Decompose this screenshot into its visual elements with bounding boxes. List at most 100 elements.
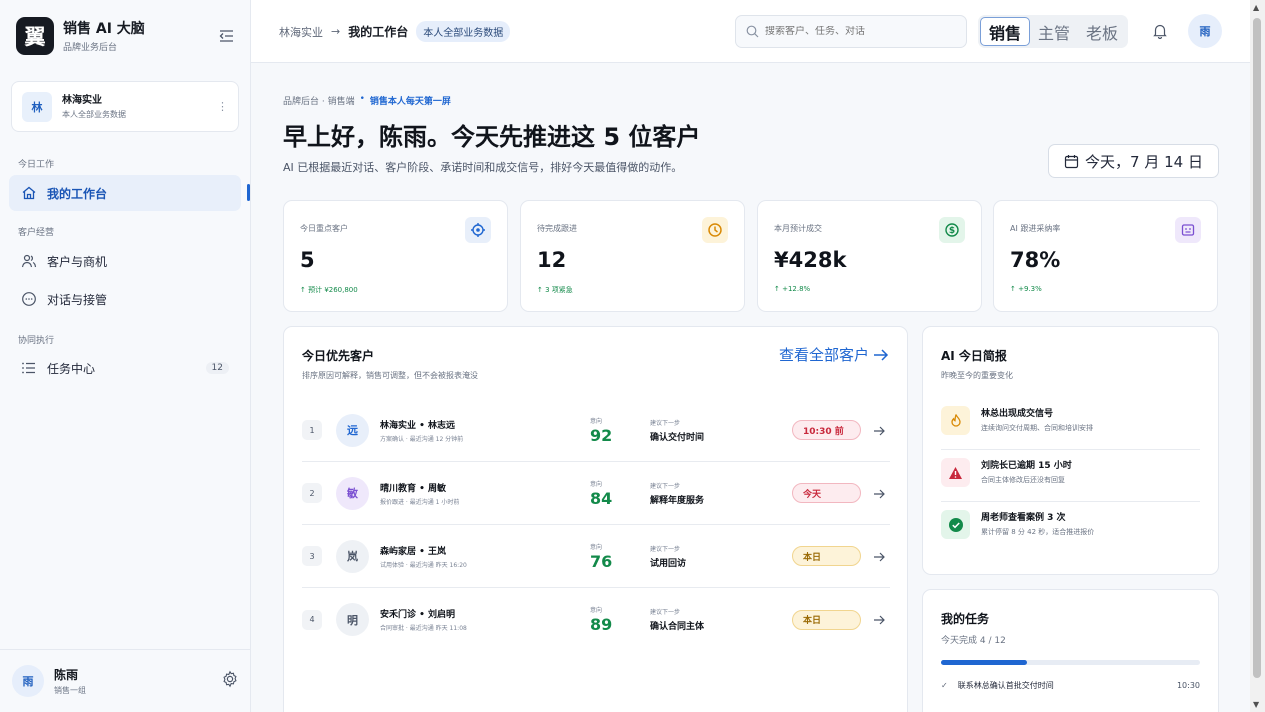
intent-score: 92 (590, 425, 613, 445)
arrow-right-icon[interactable] (873, 484, 885, 503)
see-all-label: 查看全部客户 (778, 346, 869, 364)
user-name: 陈雨 (54, 668, 79, 682)
tasks-progress-bar (941, 660, 1200, 665)
scrollbar[interactable]: ▲ ▼ (1250, 0, 1265, 712)
search-box[interactable] (735, 15, 967, 48)
home-icon (21, 185, 37, 201)
notification-bell-icon[interactable] (1153, 23, 1167, 43)
stat-delta: ↑ +9.3% (1010, 285, 1042, 293)
role-manager-button[interactable]: 主管 (1030, 17, 1078, 46)
see-all-customers-link[interactable]: 查看全部客户 (779, 344, 889, 365)
table-row[interactable]: 3 岚 森屿家居 • 王岚 试用体验 · 最近沟通 昨天 16:20 意向 76 建… (302, 525, 890, 588)
scroll-down-icon[interactable]: ▼ (1253, 700, 1259, 709)
role-sales-button[interactable]: 销售 (980, 17, 1031, 46)
list-item[interactable]: 周老师查看案例 3 次累计停留 8 分 42 秒，适合推进报价 (941, 502, 1200, 554)
brief-title: 林总出现成交信号 (981, 409, 1054, 419)
breadcrumb-org[interactable]: 林海实业 (279, 24, 323, 40)
page-title: 早上好，陈雨。今天先推进这 5 位客户 (283, 123, 701, 151)
flame-icon (941, 406, 970, 435)
avatar: 明 (336, 603, 369, 636)
avatar[interactable]: 雨 (1188, 14, 1222, 48)
arrow-right-icon[interactable] (873, 421, 885, 440)
sidebar-item-customers[interactable]: 客户与商机 (9, 243, 241, 279)
customer-name: 晴川教育 • 周敏 (380, 483, 447, 494)
avatar: 敏 (336, 476, 369, 510)
stat-label: 待完成跟进 (537, 224, 577, 233)
table-row[interactable]: 1 远 林海实业 • 林志远 方案确认 · 最近沟通 12 分钟前 意向 92 建议… (302, 399, 890, 462)
ai-brief-card: AI 今日简报 昨晚至今的重要变化 林总出现成交信号 连续询问交付周期、合同和培训… (922, 326, 1219, 575)
rank-badge: 1 (302, 420, 322, 440)
breadcrumb: 林海实业 → 我的工作台 本人全部业务数据 (279, 21, 511, 42)
role-boss-button[interactable]: 老板 (1078, 17, 1126, 46)
sidebar-item-tasks[interactable]: 任务中心 12 (9, 350, 241, 386)
breadcrumb-current: 我的工作台 (348, 25, 409, 39)
stat-value: ¥428k (774, 248, 847, 272)
collapse-menu-icon (219, 30, 233, 42)
customer-meta: 合同审批 · 最近沟通 昨天 11:08 (380, 625, 467, 632)
card-subtitle: 昨晚至今的重要变化 (941, 371, 1013, 380)
stat-delta: ↑ 3 项紧急 (537, 286, 573, 294)
calendar-icon (1064, 154, 1079, 168)
tasks-count-badge: 12 (205, 362, 229, 374)
search-input[interactable] (765, 26, 945, 37)
brand: 翼 销售 AI 大脑 品牌业务后台 (16, 17, 235, 55)
next-step-label: 建议下一步 (650, 419, 681, 427)
arrow-right-icon[interactable] (873, 547, 885, 566)
stat-value: 78% (1010, 248, 1061, 272)
table-row[interactable]: 4 明 安禾门诊 • 刘启明 合同审批 · 最近沟通 昨天 11:08 意向 89 … (302, 588, 890, 651)
nav-section-collab: 协同执行 (18, 336, 55, 346)
stat-card-followups[interactable]: 待完成跟进 12 ↑ 3 项紧急 (520, 200, 745, 312)
stat-card-key-customers[interactable]: 今日重点客户 5 ↑ 预计 ¥260,800 (283, 200, 508, 312)
avatar: 岚 (336, 539, 369, 573)
rank-badge: 3 (302, 546, 322, 566)
more-options-icon[interactable]: ⋮ (217, 101, 228, 112)
sidebar-item-label: 客户与商机 (47, 254, 108, 269)
topbar: 林海实业 → 我的工作台 本人全部业务数据 销售 主管 老板 雨 (251, 0, 1250, 63)
eyebrow-path: 品牌后台 · 销售端 (283, 97, 355, 107)
active-indicator (247, 184, 250, 201)
list-item[interactable]: ✓ 联系林总确认首批交付时间 10:30 (941, 680, 1200, 691)
stat-delta: ↑ +12.8% (774, 285, 811, 293)
list-icon (21, 360, 37, 376)
stat-value: 12 (537, 248, 567, 272)
svg-text:$: $ (949, 226, 955, 236)
list-item[interactable]: 刘院长已逾期 15 小时 合同主体修改后还没有回复 (941, 450, 1200, 502)
rank-badge: 4 (302, 609, 322, 630)
data-scope-badge: 本人全部业务数据 (416, 21, 511, 42)
alert-icon (941, 458, 970, 487)
scrollbar-thumb[interactable] (1253, 18, 1261, 678)
brief-title: 刘院长已逾期 15 小时 (981, 461, 1072, 471)
page-subtitle: AI 已根据最近对话、客户阶段、承诺时间和成交信号，排好今天最值得做的动作。 (283, 161, 683, 174)
org-switcher[interactable]: 林 林海实业 本人全部业务数据 ⋮ (11, 81, 239, 132)
stat-delta: ↑ 预计 ¥260,800 (300, 286, 358, 294)
tasks-progress-fill (941, 660, 1028, 665)
date-picker-button[interactable]: 今天，7 月 14 日 (1048, 144, 1219, 178)
table-row[interactable]: 2 敏 晴川教育 • 周敏 报价跟进 · 最近沟通 1 小时前 意向 84 建议下一… (302, 462, 890, 525)
customer-meta: 报价跟进 · 最近沟通 1 小时前 (380, 498, 460, 506)
stat-card-forecast[interactable]: 本月预计成交 $ ¥428k ↑ +12.8% (757, 200, 982, 312)
due-badge: 10:30 前 (792, 420, 861, 440)
stat-label: AI 跟进采纳率 (1010, 224, 1061, 233)
user-team: 销售一组 (54, 686, 86, 695)
sidebar: 翼 销售 AI 大脑 品牌业务后台 林 林海实业 本人全部业务数据 ⋮ 今日工作… (0, 0, 251, 712)
nav-section-customer: 客户经营 (18, 228, 55, 238)
scroll-up-icon[interactable]: ▲ (1253, 3, 1259, 12)
arrow-right-icon[interactable] (873, 610, 885, 629)
list-item[interactable]: 林总出现成交信号 连续询问交付周期、合同和培训安排 (941, 398, 1200, 450)
customer-name: 林海实业 • 林志远 (380, 420, 456, 431)
stat-label: 今日重点客户 (300, 224, 348, 233)
next-step-label: 建议下一步 (650, 545, 681, 553)
next-step: 确认交付时间 (650, 432, 705, 443)
dollar-icon: $ (939, 217, 965, 243)
collapse-sidebar-button[interactable] (217, 27, 235, 45)
sidebar-item-conversations[interactable]: 对话与接管 (9, 281, 241, 317)
role-switch: 销售 主管 老板 (978, 15, 1129, 48)
stat-card-ai-adoption[interactable]: AI 跟进采纳率 78% ↑ +9.3% (993, 200, 1218, 312)
avatar[interactable]: 雨 (12, 665, 44, 697)
card-subtitle: 排序原因可解释，销售可调整，但不会被报表淹没 (302, 371, 478, 380)
brief-desc: 合同主体修改后还没有回复 (981, 476, 1065, 484)
settings-gear-icon[interactable] (221, 670, 239, 692)
breadcrumb-separator: → (331, 25, 341, 38)
target-icon (465, 217, 491, 243)
sidebar-item-workspace[interactable]: 我的工作台 (9, 175, 241, 211)
